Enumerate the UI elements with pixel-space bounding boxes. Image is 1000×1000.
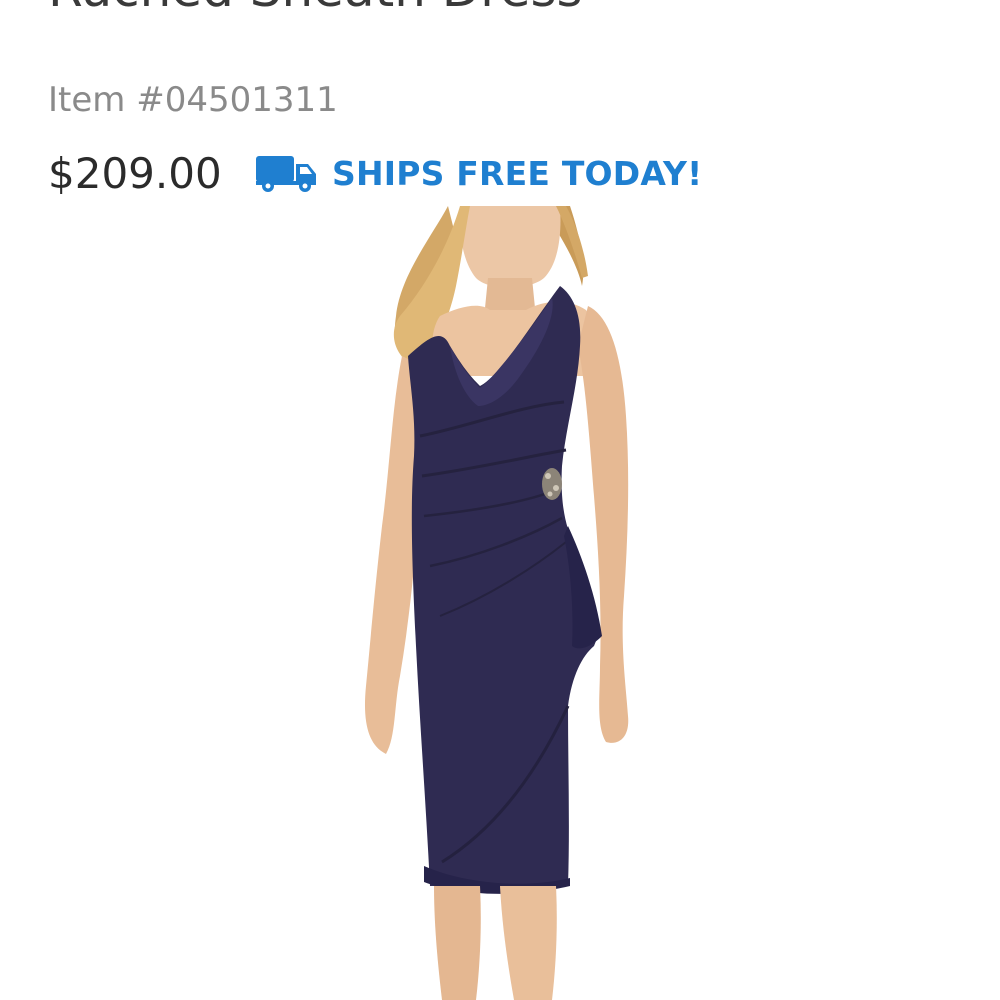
item-number: Item #04501311: [48, 80, 338, 120]
product-title: Ruched Sheath Dress: [48, 0, 583, 14]
product-image[interactable]: [330, 206, 650, 1000]
shipping-badge: SHIPS FREE TODAY!: [256, 154, 702, 194]
truck-icon: [256, 156, 316, 192]
shipping-text: SHIPS FREE TODAY!: [332, 154, 703, 193]
product-price: $209.00: [48, 149, 222, 198]
product-detail-page: Ruched Sheath Dress Item #04501311 $209.…: [0, 0, 1000, 1000]
price-row: $209.00 SHIPS FREE TODAY!: [48, 150, 948, 198]
